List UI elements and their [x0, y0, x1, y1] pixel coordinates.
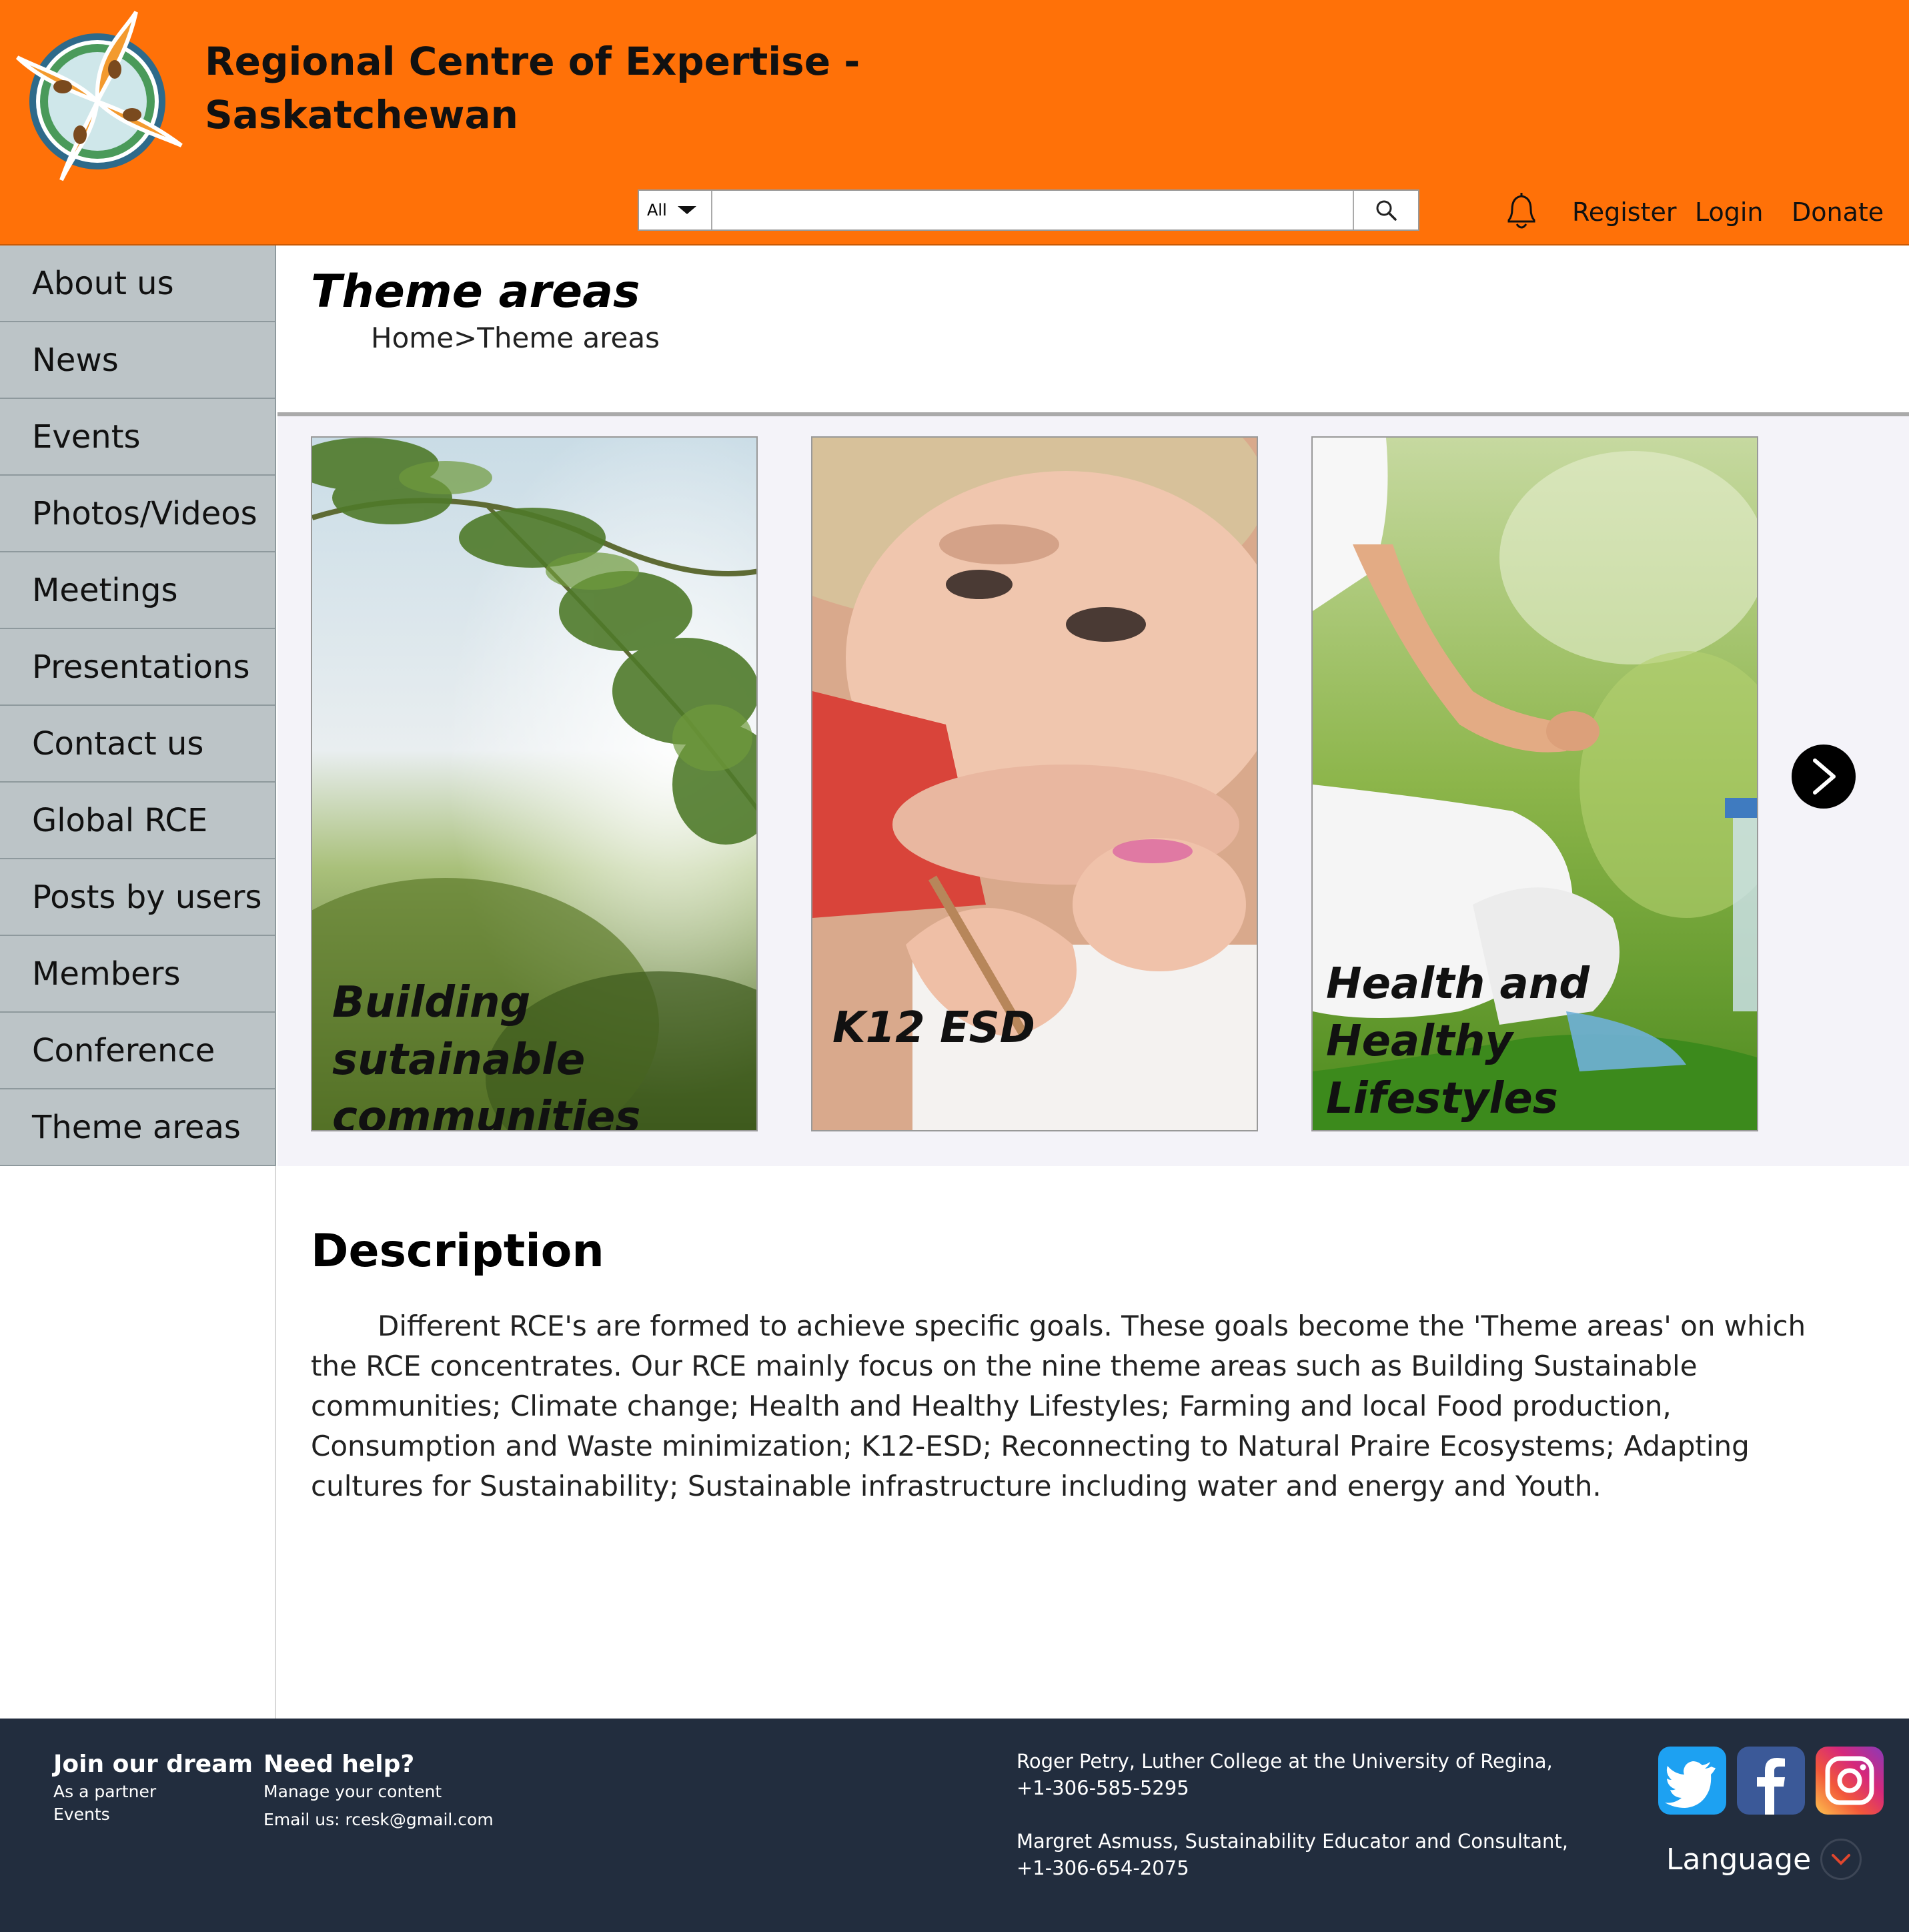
sidebar-item-posts-by-users[interactable]: Posts by users	[0, 859, 276, 936]
sidebar-item-label: Contact us	[32, 724, 204, 763]
sidebar-item-label: Theme areas	[32, 1108, 241, 1146]
contact-1-phone[interactable]: +1-306-585-5295	[1017, 1775, 1568, 1801]
theme-card-health-lifestyles[interactable]: Health and Healthy Lifestyles	[1311, 436, 1758, 1131]
footer-link-events[interactable]: Events	[53, 1803, 253, 1826]
theme-card-title-line1: K12 ESD	[832, 1003, 1035, 1053]
search-bar: All	[638, 189, 1419, 231]
search-button[interactable]	[1353, 191, 1418, 229]
sidebar-item-label: Global RCE	[32, 801, 208, 839]
sidebar-item-global-rce[interactable]: Global RCE	[0, 783, 276, 859]
sidebar-item-members[interactable]: Members	[0, 936, 276, 1013]
logo-icon[interactable]	[15, 8, 189, 183]
description-text: Different RCE's are formed to achieve sp…	[311, 1310, 1806, 1502]
site-footer: Join our dream As a partner Events Need …	[0, 1719, 1909, 1932]
sidebar-item-presentations[interactable]: Presentations	[0, 629, 276, 706]
sidebar-item-label: Members	[32, 955, 181, 993]
site-title-line1: Regional Centre of Expertise -	[205, 39, 860, 84]
theme-card-title-line2: communities	[332, 1093, 641, 1131]
sidebar-item-contact-us[interactable]: Contact us	[0, 706, 276, 783]
contact-1-name: Roger Petry, Luther College at the Unive…	[1017, 1750, 1553, 1773]
chevron-right-icon	[1813, 759, 1836, 795]
footer-join: Join our dream As a partner Events	[53, 1751, 253, 1826]
sidebar-item-label: Meetings	[32, 571, 178, 609]
search-icon	[1376, 200, 1397, 221]
sidebar-item-label: Posts by users	[32, 878, 262, 916]
footer-help: Need help? Manage your content Email us:…	[263, 1751, 494, 1831]
language-selector[interactable]: Language	[1666, 1839, 1862, 1880]
footer-help-heading: Need help?	[263, 1751, 415, 1778]
theme-card-title: Health and Healthy Lifestyles	[1326, 955, 1757, 1127]
sidebar-item-about-us[interactable]: About us	[0, 246, 276, 322]
sidebar-item-conference[interactable]: Conference	[0, 1013, 276, 1089]
twitter-icon[interactable]	[1658, 1747, 1726, 1815]
sidebar-item-label: Photos/Videos	[32, 494, 257, 532]
search-scope-label: All	[647, 201, 667, 219]
site-title-line2: Saskatchewan	[205, 92, 518, 137]
footer-join-heading: Join our dream	[53, 1751, 253, 1778]
sidebar-item-label: News	[32, 341, 119, 379]
language-label: Language	[1666, 1842, 1812, 1877]
footer-link-partner[interactable]: As a partner	[53, 1781, 253, 1803]
sidebar-item-news[interactable]: News	[0, 322, 276, 399]
sidebar-item-label: Events	[32, 418, 141, 456]
caret-down-icon	[677, 206, 696, 214]
footer-contacts: Roger Petry, Luther College at the Unive…	[1017, 1748, 1568, 1881]
chevron-down-icon	[1820, 1839, 1862, 1880]
description-heading: Description	[311, 1225, 604, 1278]
donate-link[interactable]: Donate	[1792, 197, 1884, 227]
site-title: Regional Centre of Expertise - Saskatche…	[205, 35, 860, 141]
sidebar-item-photos-videos[interactable]: Photos/Videos	[0, 476, 276, 552]
sidebar-item-meetings[interactable]: Meetings	[0, 552, 276, 629]
contact-2-name: Margret Asmuss, Sustainability Educator …	[1017, 1830, 1569, 1853]
sidebar-item-label: Presentations	[32, 648, 250, 686]
search-input[interactable]	[712, 191, 1353, 229]
sidebar-item-label: Conference	[32, 1031, 215, 1069]
instagram-icon[interactable]	[1816, 1747, 1884, 1815]
site-header: Regional Centre of Expertise - Saskatche…	[0, 0, 1909, 246]
sidebar-item-label: About us	[32, 264, 174, 302]
contact-2-phone[interactable]: +1-306-654-2075	[1017, 1855, 1568, 1881]
footer-email[interactable]: Email us: rcesk@gmail.com	[263, 1809, 494, 1831]
login-link[interactable]: Login	[1695, 197, 1764, 227]
theme-gallery: Building sutainable communities K12 ESD	[277, 412, 1909, 1166]
breadcrumb[interactable]: Home>Theme areas	[371, 322, 660, 354]
sidebar-item-events[interactable]: Events	[0, 399, 276, 476]
footer-link-manage-content[interactable]: Manage your content	[263, 1781, 494, 1803]
theme-card-sustainable-communities[interactable]: Building sutainable communities	[311, 436, 758, 1131]
theme-card-title: K12 ESD	[832, 999, 1035, 1057]
carousel-next-button[interactable]	[1792, 745, 1856, 809]
page-title: Theme areas	[311, 266, 640, 318]
bell-icon[interactable]	[1502, 191, 1541, 232]
theme-card-title-line1: Building sutainable	[332, 978, 586, 1085]
sidebar-nav: About us News Events Photos/Videos Meeti…	[0, 246, 276, 1719]
theme-card-k12-esd[interactable]: K12 ESD	[811, 436, 1258, 1131]
facebook-icon[interactable]	[1737, 1747, 1805, 1815]
theme-card-title-line1: Health and Healthy	[1326, 959, 1590, 1066]
theme-card-title: Building sutainable communities	[332, 974, 756, 1131]
register-link[interactable]: Register	[1572, 197, 1676, 227]
sidebar-item-theme-areas[interactable]: Theme areas	[0, 1089, 276, 1166]
theme-card-title-line2: Lifestyles	[1326, 1074, 1558, 1123]
search-scope-dropdown[interactable]: All	[639, 191, 712, 229]
